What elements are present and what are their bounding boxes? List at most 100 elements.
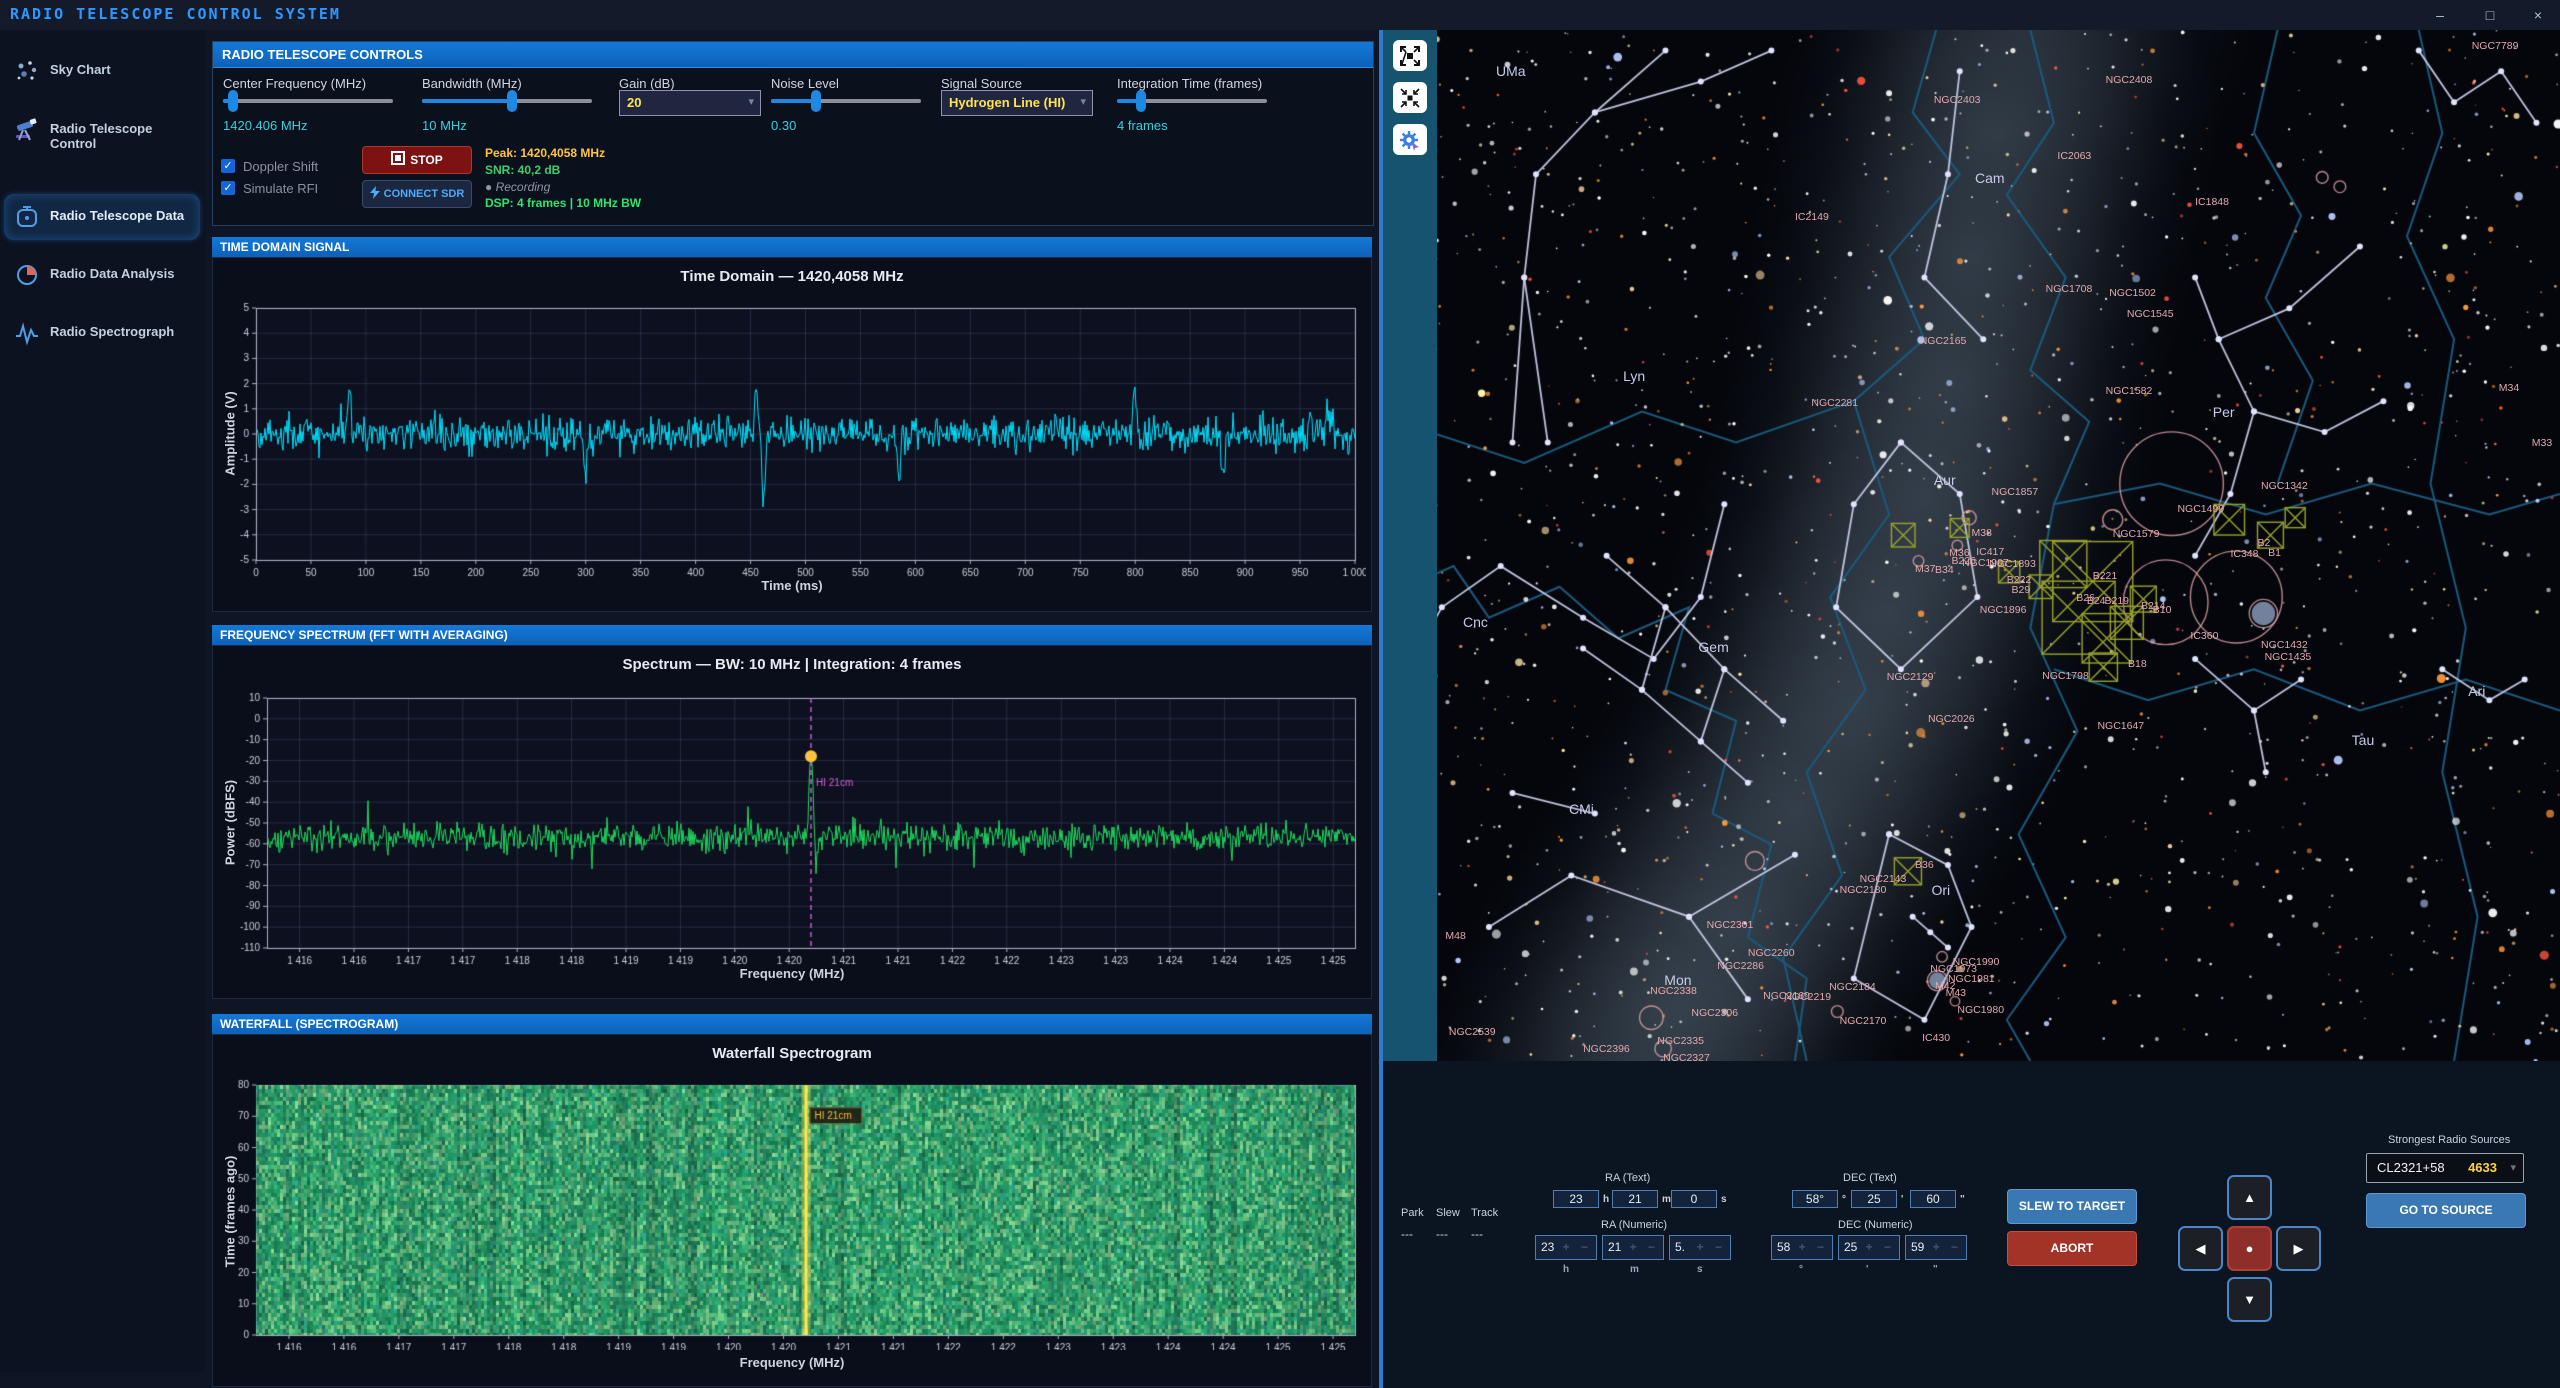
slider-thumb[interactable]: [507, 90, 517, 112]
nudge-stop-button[interactable]: ●: [2227, 1226, 2272, 1271]
sidebar-item-telescope-control[interactable]: Radio Telescope Control: [4, 107, 200, 153]
sky-label: NGC1499: [2177, 503, 2224, 515]
ra-minutes-stepper[interactable]: 21+ −: [1602, 1235, 1664, 1260]
dec-arcmin-stepper[interactable]: 25+ −: [1838, 1235, 1900, 1260]
connect-sdr-button[interactable]: CONNECT SDR: [362, 180, 472, 208]
sky-label: Per: [2213, 404, 2235, 420]
track-label: Track: [1471, 1207, 1498, 1219]
doppler-shift-checkbox[interactable]: ✓: [221, 159, 235, 173]
controls-panel: RADIO TELESCOPE CONTROLS Center Frequenc…: [212, 41, 1374, 226]
sky-label: B29: [2012, 584, 2031, 596]
dec-degrees-stepper[interactable]: 58+ −: [1771, 1235, 1833, 1260]
simulate-rfi-checkbox[interactable]: ✓: [221, 181, 235, 195]
sidebar-item-data-analysis[interactable]: Radio Data Analysis: [4, 252, 200, 298]
chevron-down-icon: ▾: [2510, 1161, 2516, 1174]
dec-degrees-suffix: °: [1842, 1194, 1846, 1205]
sky-label: IC360: [2190, 630, 2218, 642]
slew-to-target-button[interactable]: SLEW TO TARGET: [2007, 1189, 2137, 1224]
center-frequency-slider[interactable]: [223, 90, 393, 112]
ra-minutes-input[interactable]: 21: [1612, 1190, 1658, 1208]
sky-label: NGC1432: [2261, 639, 2308, 651]
dec-numeric-label: DEC (Numeric): [1838, 1219, 1913, 1231]
app-window: RADIO TELESCOPE CONTROL SYSTEM – □ × Sky…: [0, 0, 2560, 1388]
noise-level-slider[interactable]: [771, 90, 921, 112]
nudge-left-button[interactable]: ◀: [2178, 1226, 2223, 1271]
stop-button[interactable]: STOP: [362, 146, 472, 174]
abort-button[interactable]: ABORT: [2007, 1231, 2137, 1266]
go-to-source-button[interactable]: GO TO SOURCE: [2366, 1193, 2526, 1228]
sky-label: Lyn: [1623, 368, 1645, 384]
sky-label: B10: [2153, 604, 2172, 616]
sky-settings-button[interactable]: [1393, 124, 1427, 155]
stepper-unit: s: [1697, 1264, 1703, 1275]
sky-label: NGC2281: [1811, 397, 1858, 409]
slider-track[interactable]: [223, 99, 393, 103]
ra-seconds-input[interactable]: 0: [1671, 1190, 1717, 1208]
bandwidth-slider[interactable]: [422, 90, 592, 112]
sky-label: Cam: [1975, 170, 2005, 186]
slider-thumb[interactable]: [811, 90, 821, 112]
integration-time-slider[interactable]: [1117, 90, 1267, 112]
sky-label: UMa: [1496, 63, 1526, 79]
sidebar-item-telescope-data[interactable]: Radio Telescope Data: [4, 194, 200, 240]
signal-source-label: Signal Source: [941, 76, 1022, 91]
bandwidth-label: Bandwidth (MHz): [422, 76, 522, 91]
controls-panel-header: RADIO TELESCOPE CONTROLS: [213, 42, 1373, 68]
sky-label: Gem: [1698, 639, 1728, 655]
sidebar-item-label: Radio Telescope Control: [50, 121, 200, 151]
stepper-unit: h: [1563, 1264, 1569, 1275]
maximize-icon[interactable]: □: [2470, 4, 2510, 26]
close-icon[interactable]: ×: [2518, 4, 2558, 26]
ra-hours-stepper[interactable]: 23+ −: [1535, 1235, 1597, 1260]
minimize-icon[interactable]: –: [2420, 4, 2460, 26]
slider-thumb[interactable]: [228, 90, 238, 112]
gain-dropdown[interactable]: 20 ▾: [619, 90, 761, 116]
fullscreen-button[interactable]: [1393, 40, 1427, 71]
slider-thumb[interactable]: [1136, 90, 1146, 112]
exit-fullscreen-button[interactable]: [1393, 82, 1427, 113]
sidebar-item-label: Radio Spectrograph: [50, 324, 174, 339]
sky-label: B219: [2105, 595, 2130, 607]
nudge-right-button[interactable]: ▶: [2276, 1226, 2321, 1271]
ra-hours-input[interactable]: 23: [1553, 1190, 1599, 1208]
dec-degrees-input[interactable]: 58°: [1792, 1190, 1838, 1208]
sky-label: NGC2335: [1657, 1035, 1704, 1047]
sky-label: NGC2301: [1707, 919, 1754, 931]
sidebar-item-spectrograph[interactable]: Radio Spectrograph: [4, 310, 200, 356]
dec-arcsec-stepper[interactable]: 59+ −: [1905, 1235, 1967, 1260]
sky-label: B24: [2087, 595, 2106, 607]
center-frequency-value: 1420.406 MHz: [223, 118, 308, 133]
sky-chart[interactable]: UMaCamLynPerAurGemCncCMiMonOriTauAriNGC2…: [1383, 30, 2560, 1061]
sky-label: NGC2129: [1887, 671, 1934, 683]
status-dsp: DSP: 4 frames | 10 MHz BW: [485, 196, 641, 210]
sky-label: IC417: [1976, 546, 2004, 558]
park-value: ---: [1401, 1227, 1413, 1241]
time-domain-ylabel: Amplitude (V): [223, 334, 238, 534]
sidebar-item-sky-chart[interactable]: Sky Chart: [4, 48, 200, 94]
sky-label: NGC1896: [1980, 604, 2027, 616]
ra-seconds-stepper[interactable]: 5.+ −: [1669, 1235, 1731, 1260]
sky-label: NGC2286: [1717, 960, 1764, 972]
radio-sources-dropdown[interactable]: CL2321+58 4633 ▾: [2366, 1153, 2524, 1183]
settings-icon: [1399, 129, 1421, 151]
ra-hours-suffix: h: [1603, 1194, 1609, 1205]
source-name: CL2321+58: [2377, 1160, 2445, 1175]
simulate-rfi-label: Simulate RFI: [243, 181, 318, 196]
dec-arcsec-input[interactable]: 60: [1910, 1190, 1956, 1208]
sky-label: NGC2408: [2106, 74, 2153, 86]
nudge-down-button[interactable]: ▼: [2227, 1277, 2272, 1322]
sky-label: M37: [1915, 563, 1935, 575]
integration-time-value: 4 frames: [1117, 118, 1168, 133]
sky-label: NGC1857: [1992, 486, 2039, 498]
dec-text-label: DEC (Text): [1843, 1172, 1897, 1184]
sidebar: Sky Chart Radio Telescope Control Radio …: [0, 30, 205, 1372]
signal-source-dropdown[interactable]: Hydrogen Line (HI) ▾: [941, 90, 1093, 116]
dec-arcmin-input[interactable]: 25: [1851, 1190, 1897, 1208]
sidebar-item-label: Radio Telescope Data: [50, 208, 184, 223]
sky-label: B34: [1935, 564, 1954, 576]
app-title: RADIO TELESCOPE CONTROL SYSTEM: [10, 5, 341, 23]
sky-label: NGC1981: [1948, 973, 1995, 985]
sky-label: NGC2260: [1748, 947, 1795, 959]
nudge-up-button[interactable]: ▲: [2227, 1175, 2272, 1220]
chevron-down-icon: ▾: [748, 95, 754, 108]
